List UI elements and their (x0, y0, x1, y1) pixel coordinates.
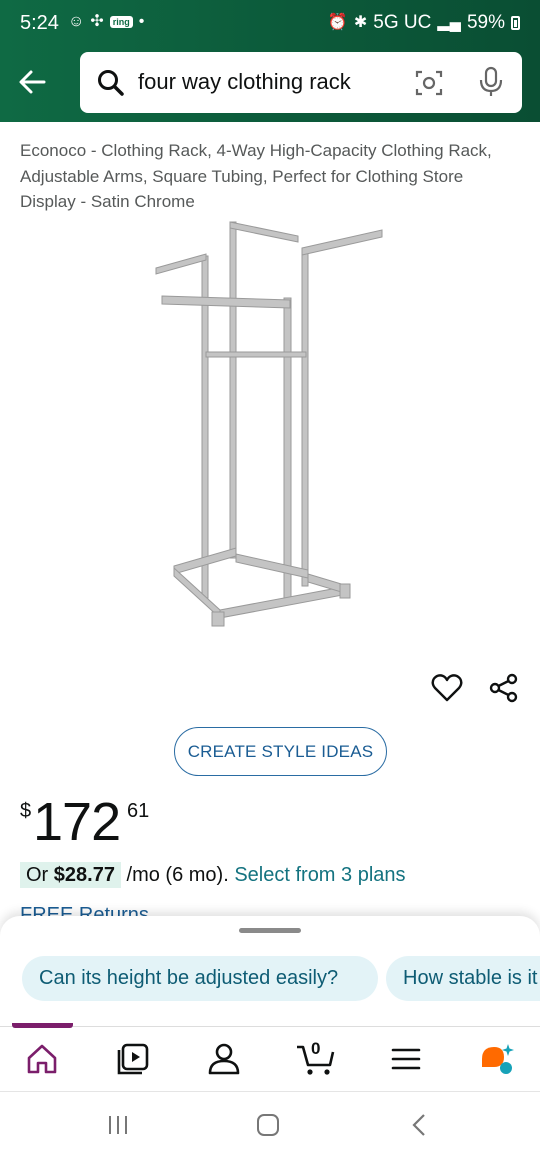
microphone-icon[interactable] (478, 66, 504, 98)
home-button-icon[interactable] (254, 1112, 282, 1138)
product-image[interactable] (150, 218, 390, 630)
signal-icon: ▂▄ (437, 14, 461, 31)
monthly-amount: $28.77 (53, 864, 115, 886)
bottom-nav: 0 (0, 1023, 540, 1090)
suggestion-chip[interactable]: How stable is it (386, 956, 540, 1001)
monthly-payment: Or $28.77 /mo (6 mo). Select from 3 plan… (20, 862, 406, 888)
share-icon[interactable] (488, 672, 520, 704)
search-input[interactable]: four way clothing rack (138, 69, 351, 95)
alarm-icon: ⏰ (327, 14, 348, 31)
status-time: 5:24 (20, 12, 59, 34)
nav-active-indicator (12, 1023, 73, 1028)
search-icon (98, 70, 124, 96)
status-right: ⏰ ✱ 5G UC ▂▄ 59% (328, 12, 520, 34)
monthly-prefix: Or (26, 864, 54, 886)
sheet-drag-handle[interactable] (239, 928, 301, 933)
menu-icon[interactable] (388, 1041, 424, 1077)
cart-count: 0 (311, 1039, 321, 1058)
back-button-icon[interactable] (406, 1112, 434, 1138)
fan-icon: ✣ (90, 13, 104, 30)
face-icon: ☺ (68, 13, 85, 30)
recent-apps-icon[interactable] (104, 1112, 132, 1138)
camera-search-icon[interactable] (414, 68, 444, 98)
dot-icon: • (138, 13, 145, 30)
monthly-highlight: Or $28.77 (20, 862, 121, 888)
bluetooth-icon: ✱ (353, 14, 368, 31)
suggestion-chip[interactable]: Can its height be adjusted easily? (22, 956, 378, 1001)
heart-icon[interactable] (430, 672, 464, 704)
search-bar[interactable]: four way clothing rack (80, 52, 522, 113)
video-icon[interactable] (115, 1041, 151, 1077)
system-nav-bar (0, 1091, 540, 1158)
account-icon[interactable] (206, 1041, 242, 1077)
notification-icons: ☺ ✣ ring • (68, 12, 144, 32)
create-style-ideas-button[interactable]: CREATE STYLE IDEAS (174, 727, 387, 776)
rufus-assistant-icon[interactable] (478, 1041, 514, 1077)
monthly-term: /mo (6 mo). (126, 864, 229, 886)
network-label: 5G UC (373, 12, 432, 33)
select-plans-link[interactable]: Select from 3 plans (234, 864, 405, 886)
price-whole: 172 (33, 792, 121, 852)
battery-label: 59% (466, 12, 505, 33)
back-arrow-icon[interactable] (14, 64, 50, 100)
product-title[interactable]: Econoco - Clothing Rack, 4-Way High-Capa… (20, 138, 520, 215)
home-icon[interactable] (24, 1041, 60, 1077)
suggestion-sheet: Can its height be adjusted easily? How s… (0, 916, 540, 1026)
top-bar: 5:24 ☺ ✣ ring • ⏰ ✱ 5G UC ▂▄ 59% four wa… (0, 0, 540, 122)
battery-icon (511, 16, 520, 30)
price-currency: $ (20, 800, 32, 822)
ring-icon: ring (109, 16, 133, 28)
price-fraction: 61 (127, 800, 150, 822)
status-bar: 5:24 ☺ ✣ ring • ⏰ ✱ 5G UC ▂▄ 59% (0, 0, 540, 48)
